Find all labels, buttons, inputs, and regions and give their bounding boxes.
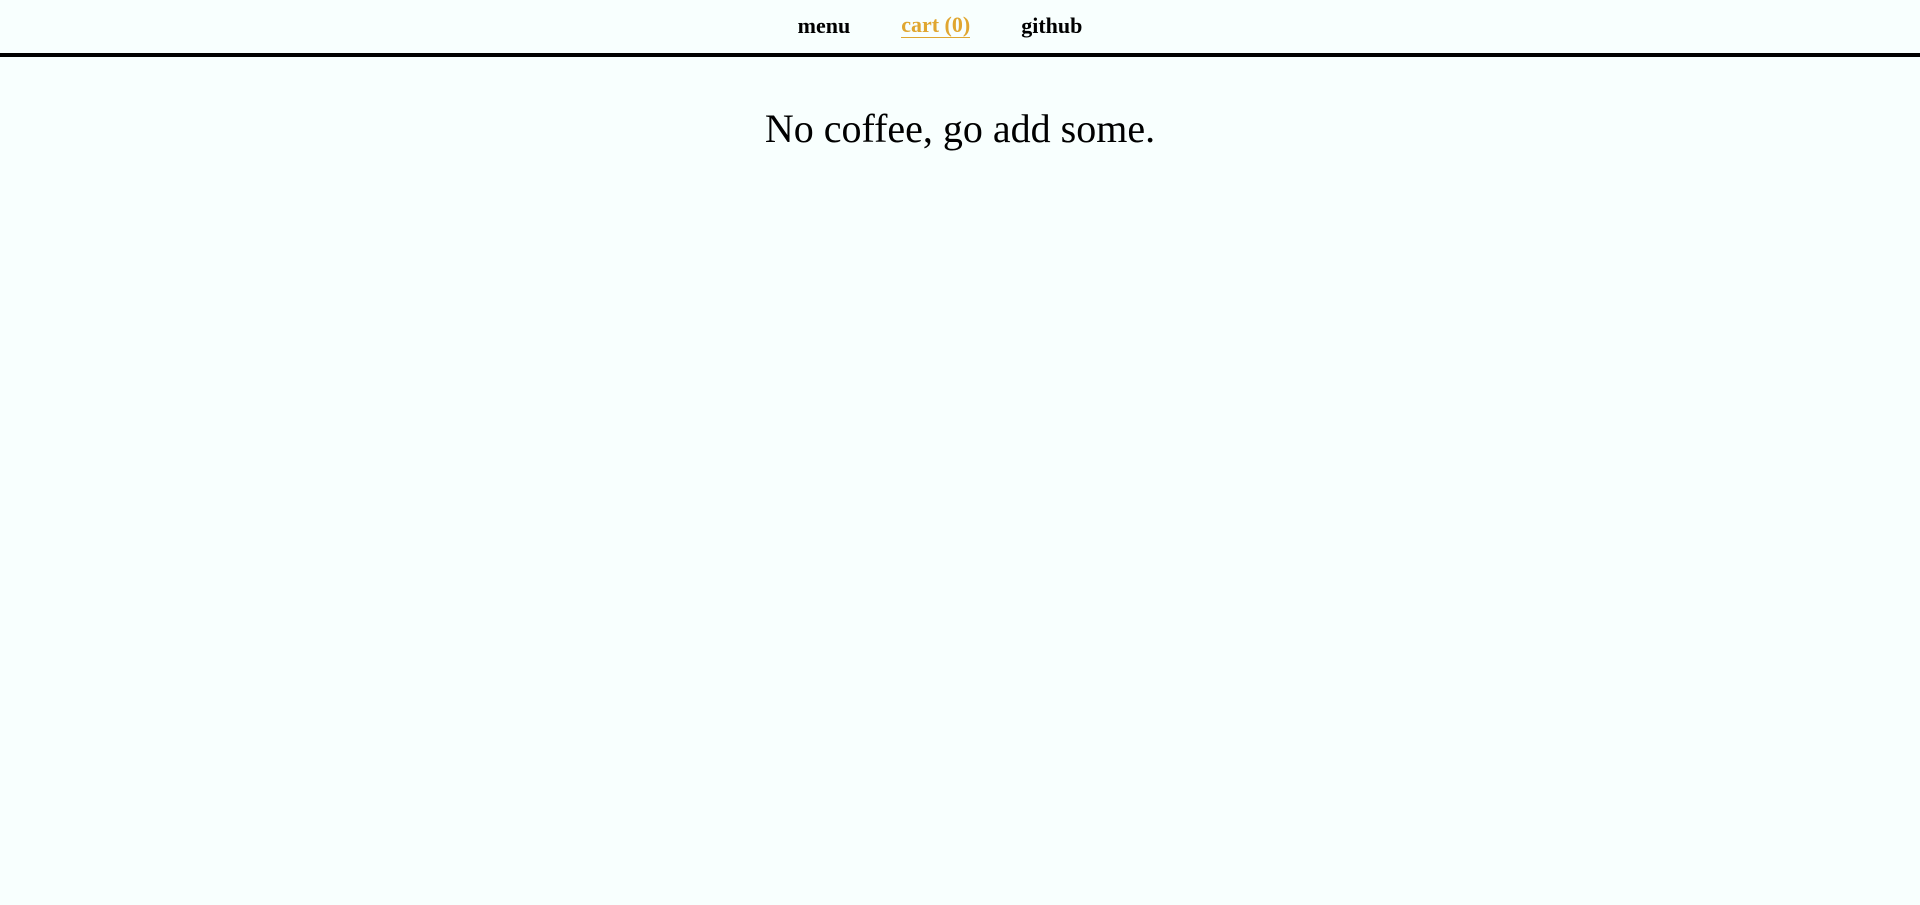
empty-cart-message: No coffee, go add some.: [764, 106, 1156, 151]
main-nav: menu cart (0) github: [798, 13, 1082, 38]
cart-content: No coffee, go add some.: [0, 57, 1920, 149]
nav-link-github[interactable]: github: [1021, 14, 1082, 37]
nav-link-menu[interactable]: menu: [798, 14, 851, 37]
top-navigation-bar: menu cart (0) github: [0, 0, 1920, 57]
nav-link-cart[interactable]: cart (0): [901, 13, 971, 38]
